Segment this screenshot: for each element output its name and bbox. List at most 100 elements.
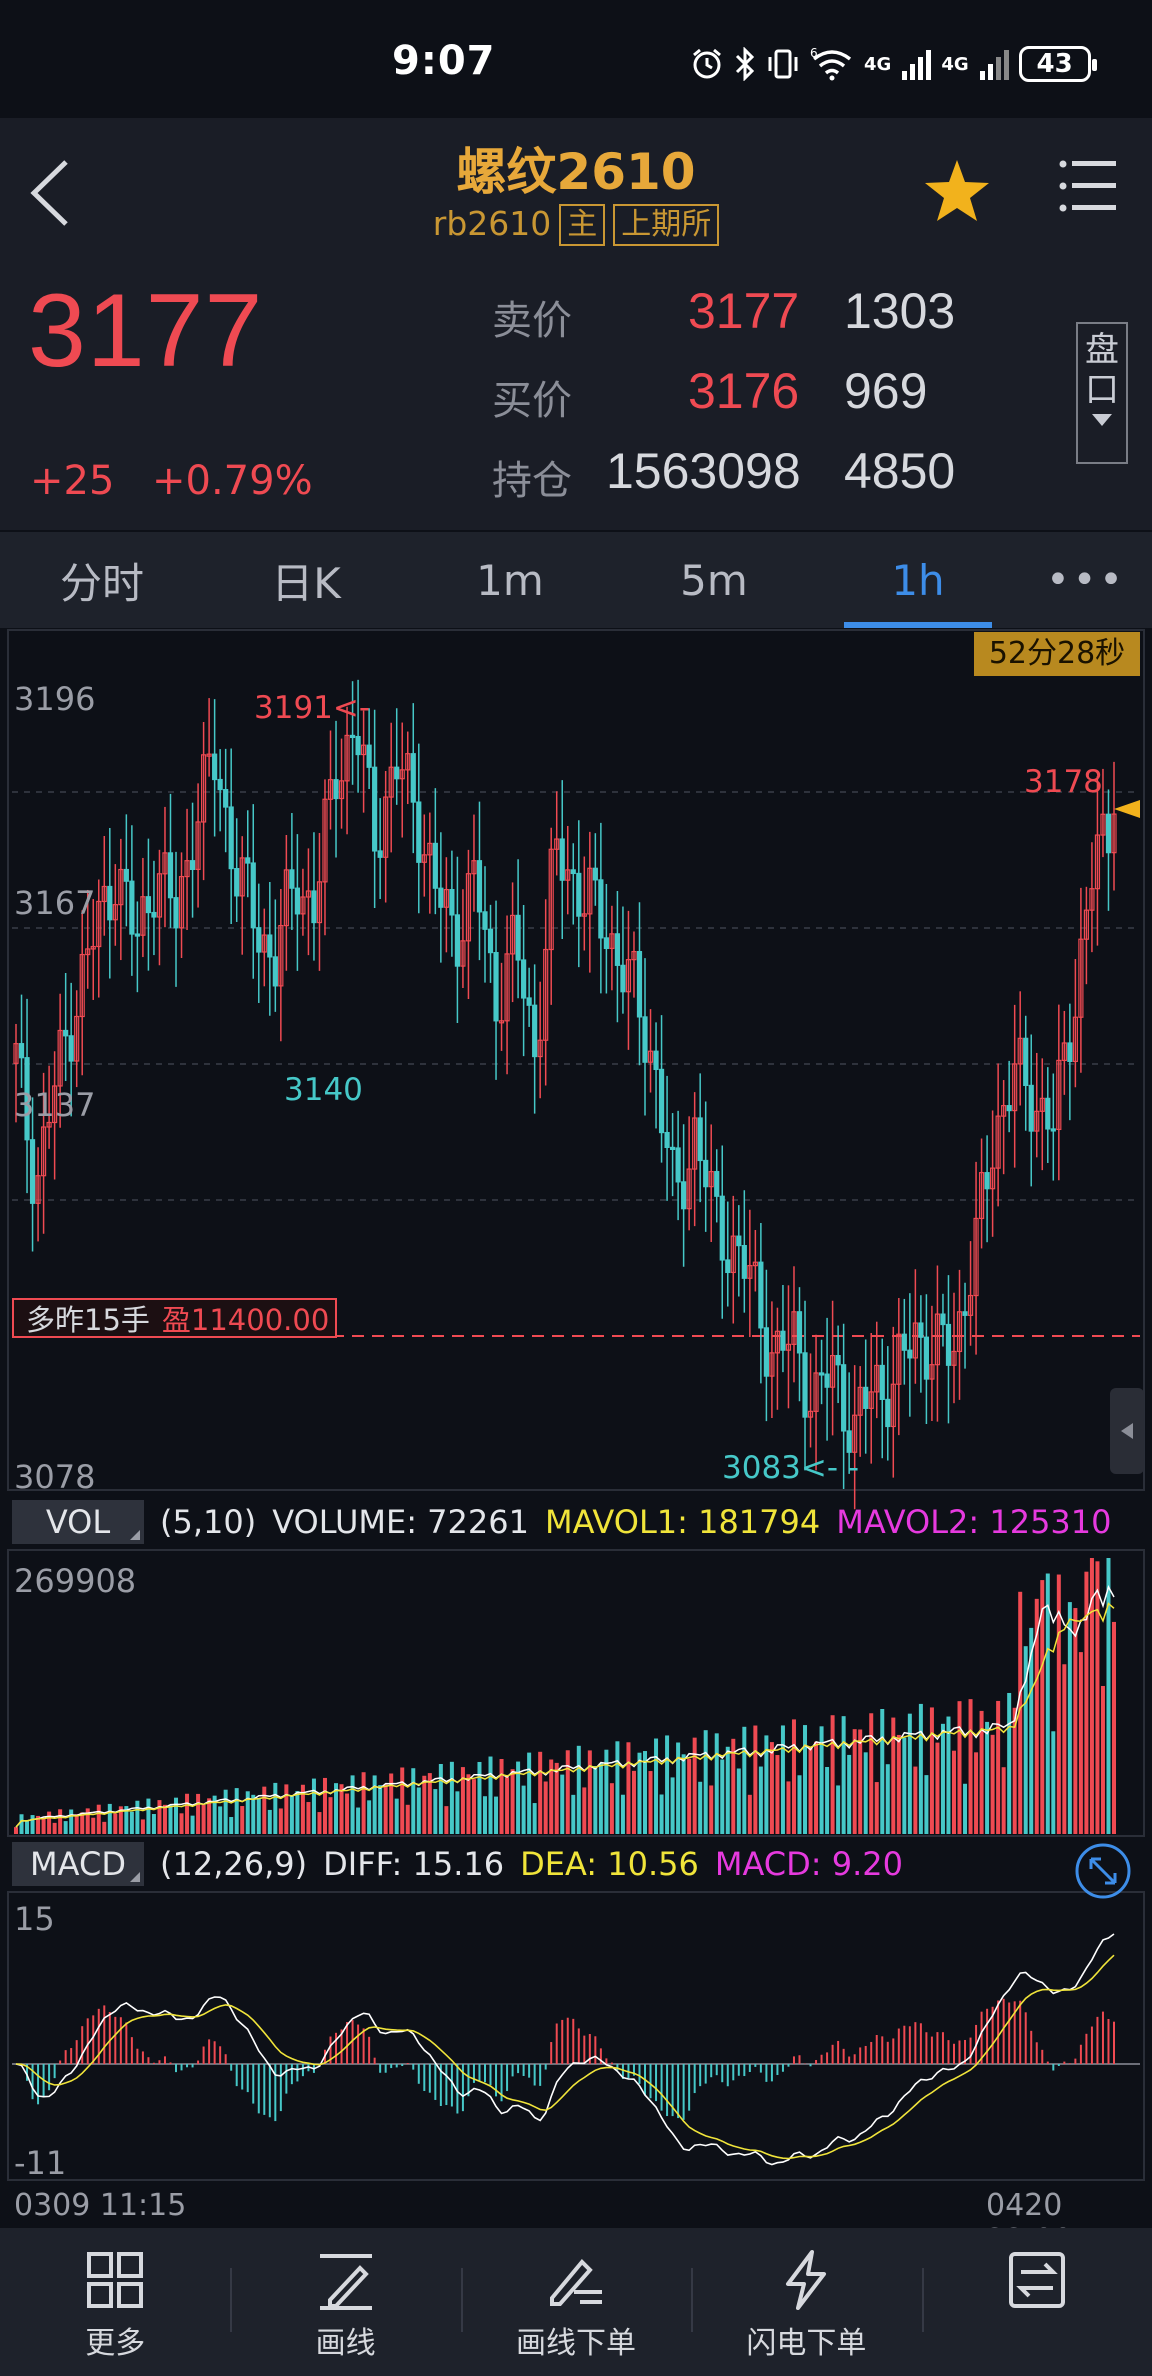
candle-body	[681, 1181, 687, 1210]
volume-bar	[135, 1800, 140, 1834]
volume-bar	[1084, 1571, 1089, 1834]
pen-order-icon	[550, 2259, 603, 2306]
volume-bar	[769, 1742, 774, 1834]
volume-bar	[510, 1769, 515, 1834]
volume-bar	[400, 1767, 405, 1834]
volume-bar	[985, 1721, 990, 1834]
battery-level: 43	[1036, 49, 1073, 79]
volume-bar	[102, 1821, 107, 1834]
volume-bar	[306, 1802, 311, 1834]
exchange-tag: 上期所	[613, 204, 720, 246]
tab-1h[interactable]: 1h	[816, 532, 1020, 628]
chevron-down-icon	[1092, 414, 1112, 426]
nav-draw-order-button[interactable]: 画线下单	[460, 2228, 691, 2376]
candle-body	[294, 887, 300, 915]
tab-1m[interactable]: 1m	[408, 532, 612, 628]
mavol2-value: MAVOL2: 125310	[836, 1503, 1112, 1541]
swap-icon	[1008, 2252, 1065, 2308]
volume-bar	[262, 1786, 267, 1834]
order-book-toggle[interactable]: 盘 口	[1076, 322, 1128, 464]
tab-more[interactable]: •••	[1020, 532, 1152, 628]
candle-body	[532, 1004, 538, 1058]
nav-more-button[interactable]: 更多	[0, 2228, 230, 2376]
volume-bar	[505, 1777, 510, 1834]
candle-body	[432, 842, 438, 889]
volume-bar	[488, 1756, 493, 1834]
candle-body	[416, 801, 422, 863]
volume-bar	[996, 1700, 1001, 1834]
pen-icon	[319, 2254, 372, 2310]
volume-indicator-bar: VOL (5,10) VOLUME: 72261 MAVOL1: 181794 …	[0, 1496, 1128, 1548]
mavol1-value: MAVOL1: 181794	[544, 1503, 821, 1541]
macd-indicator-bar: MACD (12,26,9) DIFF: 15.16 DEA: 10.56 MA…	[0, 1838, 919, 1890]
favorite-star-icon[interactable]	[922, 158, 992, 224]
status-time: 9:07	[392, 38, 496, 84]
candle-body	[824, 1373, 830, 1388]
candle-body	[289, 869, 295, 889]
volume-bar	[527, 1752, 532, 1834]
volume-bar	[405, 1804, 410, 1834]
volume-indicator-select[interactable]: VOL	[12, 1500, 144, 1544]
tab-daily[interactable]: 日K	[204, 532, 408, 628]
volume-bar	[1007, 1692, 1012, 1834]
volume-bar	[289, 1795, 294, 1834]
candle-body	[658, 1068, 665, 1134]
candle-body	[620, 964, 626, 993]
price-change-pct: +0.79%	[152, 458, 313, 504]
candle-body	[559, 838, 565, 881]
volume-bar	[201, 1804, 206, 1834]
volume-bar	[218, 1806, 223, 1834]
volume-bar	[1078, 1652, 1083, 1834]
battery-icon: 43	[1018, 46, 1097, 82]
nav-label: 画线	[315, 2326, 376, 2361]
candle-body	[1045, 1097, 1051, 1130]
volume-bar	[538, 1751, 543, 1834]
nav-swap-button[interactable]	[921, 2228, 1152, 2376]
volume-bar	[317, 1812, 322, 1834]
left-low-annotation: 3140	[284, 1072, 363, 1108]
volume-bar	[957, 1701, 962, 1834]
volume-bar	[582, 1787, 587, 1834]
volume-bar	[328, 1797, 333, 1834]
collapse-side-button[interactable]	[1110, 1388, 1144, 1474]
candle-body	[1028, 1084, 1034, 1132]
volume-bar	[698, 1781, 703, 1834]
nav-draw-button[interactable]: 画线	[230, 2228, 460, 2376]
time-axis-start: 0309 11:15	[14, 2188, 187, 2223]
volume-bar	[703, 1730, 708, 1834]
position-label[interactable]: 多昨15手 盈11400.00	[12, 1298, 338, 1338]
candle-body	[675, 1147, 681, 1183]
volume-bar	[499, 1759, 504, 1834]
candle-body	[923, 1336, 930, 1380]
candle-body	[372, 766, 378, 852]
nav-flash-order-button[interactable]: 闪电下单	[691, 2228, 921, 2376]
volume-bar	[593, 1765, 598, 1834]
candle-body	[487, 928, 494, 954]
volume-bar	[665, 1735, 670, 1834]
volume-bar	[251, 1794, 256, 1834]
signal-1-label: 4G	[864, 53, 892, 75]
tab-timeshare[interactable]: 分时	[0, 532, 204, 628]
position-pnl: 盈11400.00	[161, 1303, 330, 1337]
volume-bar	[378, 1785, 383, 1834]
bid-label: 买价	[492, 378, 572, 424]
volume-bar	[654, 1738, 659, 1834]
candle-body	[173, 897, 179, 929]
candle-body	[394, 766, 400, 780]
volume-bar	[311, 1778, 316, 1834]
candle-body	[603, 937, 609, 950]
volume-bar	[129, 1811, 134, 1834]
macd-indicator-select[interactable]: MACD	[12, 1842, 144, 1886]
volume-bar	[918, 1703, 923, 1834]
menu-icon[interactable]	[1058, 158, 1118, 214]
expand-icon[interactable]	[1074, 1842, 1132, 1900]
volume-bar	[791, 1719, 796, 1834]
volume-bar	[1001, 1767, 1006, 1834]
tab-5m[interactable]: 5m	[612, 532, 816, 628]
chevron-left-icon	[1121, 1423, 1133, 1439]
volume-bar	[885, 1764, 890, 1834]
volume-bar	[974, 1752, 979, 1834]
chart-panel[interactable]: 52分28秒 3196 3167 3137 3078 3191<- 3178 3…	[0, 628, 1152, 2258]
volume-bar	[951, 1750, 956, 1834]
kline-chart[interactable]	[0, 628, 1152, 2228]
